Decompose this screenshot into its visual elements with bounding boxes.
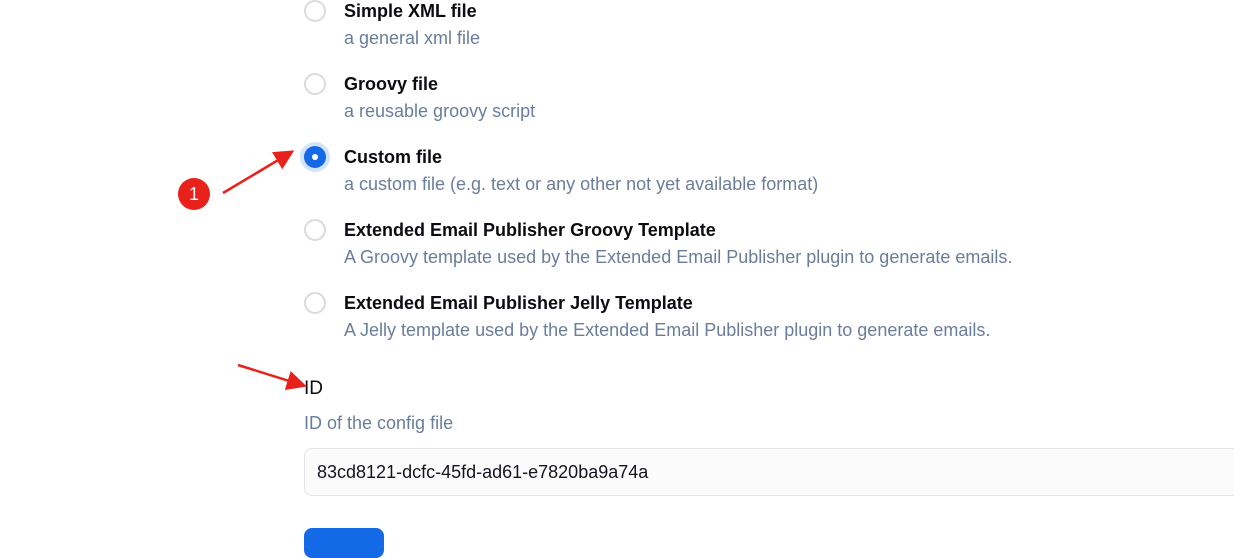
option-title: Simple XML file bbox=[344, 1, 477, 21]
id-input[interactable] bbox=[304, 448, 1234, 496]
option-description: a custom file (e.g. text or any other no… bbox=[344, 174, 819, 194]
option-title: Custom file bbox=[344, 147, 443, 167]
radio-button-groovy[interactable] bbox=[304, 73, 326, 95]
radio-button-email-groovy-template[interactable] bbox=[304, 219, 326, 241]
arrow-to-id-label bbox=[237, 363, 307, 391]
option-title: Extended Email Publisher Jelly Template bbox=[344, 293, 693, 313]
option-description: A Jelly template used by the Extended Em… bbox=[344, 320, 991, 340]
id-field-label: ID bbox=[304, 378, 323, 399]
option-description: a reusable groovy script bbox=[344, 101, 536, 121]
arrow-to-custom-file bbox=[222, 150, 295, 195]
id-field-description: ID of the config file bbox=[304, 413, 454, 433]
radio-button-email-jelly-template[interactable] bbox=[304, 292, 326, 314]
radio-button-custom[interactable] bbox=[304, 146, 326, 168]
submit-button[interactable] bbox=[304, 528, 384, 558]
radio-button-simple-xml[interactable] bbox=[304, 0, 326, 22]
option-description: A Groovy template used by the Extended E… bbox=[344, 247, 1013, 267]
option-description: a general xml file bbox=[344, 28, 481, 48]
step-number-badge: 1 bbox=[178, 178, 210, 210]
option-title: Extended Email Publisher Groovy Template bbox=[344, 220, 716, 240]
option-title: Groovy file bbox=[344, 74, 439, 94]
